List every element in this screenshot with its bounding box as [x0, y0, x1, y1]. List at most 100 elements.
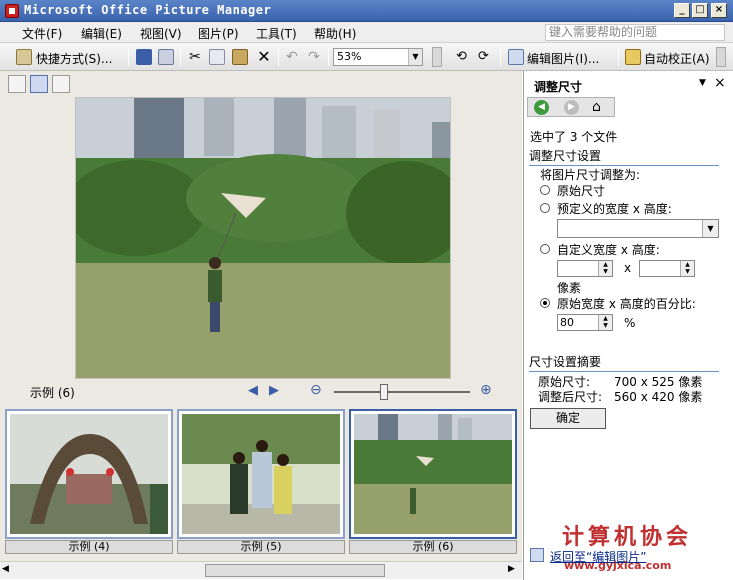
menu-picture[interactable]: 图片(P)	[198, 25, 239, 42]
back-arrow-icon[interactable]: ◀	[534, 100, 549, 115]
task-pane-title: 调整尺寸	[534, 80, 583, 94]
custom-size-radio[interactable]	[540, 244, 550, 254]
thumbnail-label: 示例 (5)	[177, 540, 345, 554]
rotate-left-icon[interactable]: ⟲	[456, 49, 472, 65]
copy-icon[interactable]	[209, 49, 225, 65]
menu-view[interactable]: 视图(V)	[140, 25, 182, 42]
new-size-summary-value: 560 x 420 像素	[614, 390, 703, 404]
custom-width-input[interactable]: ▲ ▼	[557, 260, 613, 277]
scroll-left-icon[interactable]: ◀	[2, 564, 9, 574]
picture-manager-app-icon[interactable]	[5, 4, 19, 18]
close-button[interactable]: ×	[711, 3, 727, 18]
percent-spinner[interactable]: ▲ ▼	[598, 315, 612, 330]
menu-file[interactable]: 文件(F)	[22, 25, 62, 42]
next-picture-icon[interactable]: ▶	[269, 383, 279, 398]
rotate-right-icon[interactable]: ⟳	[478, 49, 494, 65]
toolbar-separator	[500, 48, 501, 66]
thumbnail-label: 示例 (6)	[349, 540, 517, 554]
toolbar-separator	[328, 48, 329, 66]
scroll-right-icon[interactable]: ▶	[508, 564, 515, 574]
menu-edit[interactable]: 编辑(E)	[81, 25, 122, 42]
zoom-select[interactable]: 53% ▼	[333, 48, 423, 66]
resize-to-label: 将图片尺寸调整为:	[540, 168, 641, 182]
ok-button[interactable]: 确定	[530, 408, 606, 429]
forward-arrow-icon[interactable]: ▶	[564, 100, 579, 115]
chevron-down-icon[interactable]: ▼	[408, 49, 422, 65]
title-bar: Microsoft Office Picture Manager _ □ ×	[0, 0, 733, 22]
cut-icon[interactable]: ✂	[187, 49, 203, 65]
export-icon[interactable]	[158, 49, 174, 65]
width-spinner[interactable]: ▲ ▼	[598, 261, 612, 276]
thumbnail-image	[10, 414, 168, 534]
picture-view-area: 示例 (6) ◀ ▶ ⊖ ⊕ 示例 (4) 示例 (5) 示例 (6)	[0, 71, 522, 561]
task-pane-navigation: ◀ ▶ ⌂	[527, 97, 615, 117]
thumbnail-selected[interactable]	[349, 409, 517, 539]
undo-icon[interactable]: ↶	[284, 49, 300, 65]
custom-height-input[interactable]: ▲ ▼	[639, 260, 695, 277]
auto-correct-button[interactable]: 自动校正(A)	[644, 50, 710, 67]
standard-toolbar: 快捷方式(S)... ✂ ✕ ↶ ↷ 53% ▼ ⟲ ⟳ 编辑图片(I)... …	[0, 43, 733, 71]
thumbnail[interactable]	[5, 409, 173, 539]
thumbnail-view-icon[interactable]	[8, 75, 26, 93]
scrollbar-thumb[interactable]	[205, 564, 385, 577]
shortcuts-button[interactable]: 快捷方式(S)...	[36, 50, 112, 67]
delete-icon[interactable]: ✕	[256, 49, 272, 65]
thumbnail[interactable]	[177, 409, 345, 539]
custom-size-label: 自定义宽度 x 高度:	[557, 243, 660, 257]
pixel-unit-label: 像素	[557, 281, 582, 295]
zoom-out-icon[interactable]: ⊖	[310, 382, 322, 398]
menu-help[interactable]: 帮助(H)	[314, 25, 356, 42]
zoom-slider-track[interactable]	[334, 391, 470, 393]
task-pane-header: 调整尺寸 ▼ ×	[524, 75, 732, 95]
zoom-in-icon[interactable]: ⊕	[480, 382, 492, 398]
predefined-size-label: 预定义的宽度 x 高度:	[557, 202, 672, 216]
toolbar-overflow-handle[interactable]	[716, 47, 726, 67]
percent-size-label: 原始宽度 x 高度的百分比:	[557, 297, 696, 311]
edit-pictures-button[interactable]: 编辑图片(I)...	[527, 50, 599, 67]
save-icon[interactable]	[136, 49, 152, 65]
percent-size-radio[interactable]	[540, 298, 550, 308]
chevron-down-icon[interactable]: ▼	[702, 220, 718, 237]
edit-pictures-icon	[508, 49, 524, 65]
height-spinner[interactable]: ▲ ▼	[680, 261, 694, 276]
filmstrip-view-icon[interactable]	[30, 75, 48, 93]
help-question-input[interactable]: 键入需要帮助的问题	[545, 24, 725, 41]
percent-input[interactable]: 80 ▲ ▼	[557, 314, 613, 331]
original-size-radio[interactable]	[540, 185, 550, 195]
zoom-slider-thumb[interactable]	[380, 384, 388, 400]
window-title: Microsoft Office Picture Manager	[24, 3, 272, 17]
group-label: 示例 (6)	[30, 386, 75, 400]
home-icon[interactable]: ⌂	[592, 99, 601, 115]
resize-settings-title: 调整尺寸设置	[529, 147, 719, 166]
paste-icon[interactable]	[232, 49, 248, 65]
edit-pictures-icon	[530, 548, 544, 562]
predefined-size-select[interactable]: ▼	[557, 219, 719, 238]
toolbar-separator	[180, 48, 181, 66]
percent-unit-label: %	[624, 316, 636, 330]
redo-icon[interactable]: ↷	[306, 49, 322, 65]
single-picture-view-icon[interactable]	[52, 75, 70, 93]
toolbar-separator	[128, 48, 129, 66]
toolbar-separator	[278, 48, 279, 66]
times-label: x	[624, 261, 632, 275]
original-size-label: 原始尺寸	[557, 184, 606, 198]
new-size-summary-label: 调整后尺寸:	[538, 390, 603, 404]
minimize-button[interactable]: _	[674, 3, 690, 18]
menu-bar: 文件(F) 编辑(E) 视图(V) 图片(P) 工具(T) 帮助(H) 键入需要…	[0, 22, 733, 43]
task-pane-footer: 返回至“编辑图片” www.gyjxica.com	[524, 545, 732, 572]
zoom-value: 53%	[337, 50, 362, 63]
chevron-down-icon[interactable]: ▼	[699, 78, 706, 88]
toolbar-overflow-handle[interactable]	[432, 47, 442, 67]
horizontal-scrollbar[interactable]: ◀ ▶	[0, 561, 522, 579]
filmstrip: 示例 (4) 示例 (5) 示例 (6)	[5, 409, 519, 554]
previous-picture-icon[interactable]: ◀	[248, 383, 258, 398]
summary-title: 尺寸设置摘要	[529, 353, 719, 372]
watermark-url: www.gyjxica.com	[564, 559, 672, 572]
shortcuts-icon	[16, 49, 32, 65]
predefined-size-radio[interactable]	[540, 203, 550, 213]
maximize-button[interactable]: □	[692, 3, 708, 18]
close-icon[interactable]: ×	[714, 75, 726, 91]
thumbnail-image	[182, 414, 340, 534]
menu-tools[interactable]: 工具(T)	[256, 25, 297, 42]
filmstrip-nav: 示例 (6) ◀ ▶ ⊖ ⊕	[0, 381, 522, 403]
